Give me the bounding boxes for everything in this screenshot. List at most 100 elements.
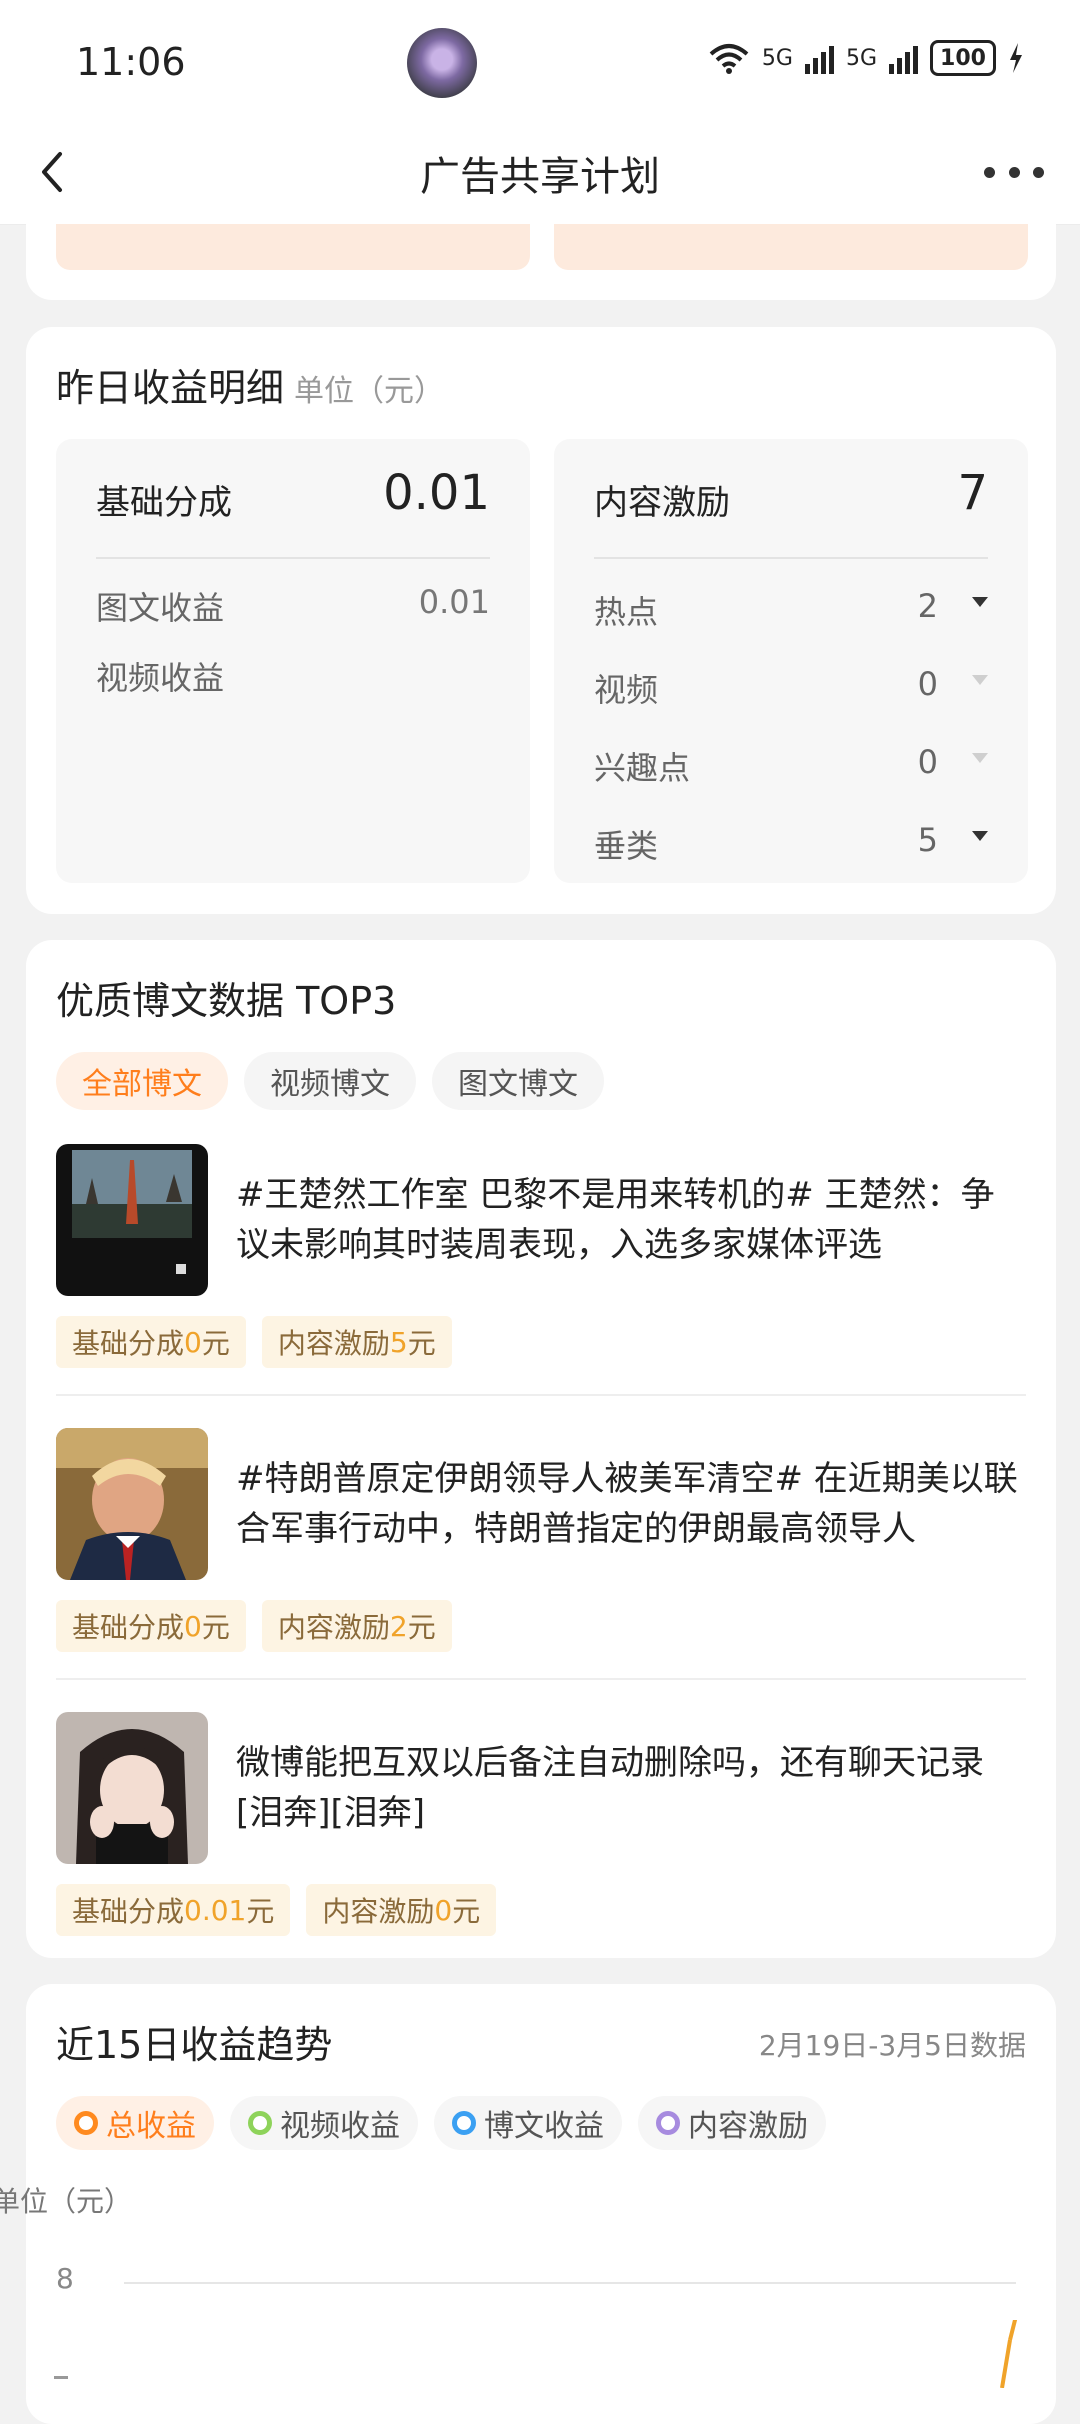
post-text: #王楚然工作室 巴黎不是用来转机的# 王楚然：争议未影响其时装周表现，入选多家媒… — [236, 1175, 995, 1265]
tag-unit: 元 — [407, 1327, 436, 1360]
battery-icon: 100 — [930, 40, 996, 76]
network-5g-label: 5G — [845, 45, 877, 71]
caret-down-icon — [972, 831, 988, 841]
previous-card — [26, 200, 1056, 300]
content-incentive-tag: 内容激励 2 元 — [261, 1600, 452, 1652]
incentive-row-hot[interactable]: 热点 2 — [594, 587, 988, 637]
trend-line — [54, 2320, 1018, 2388]
divider — [56, 1394, 1026, 1396]
divider — [594, 557, 988, 559]
section-title: 昨日收益明细 — [56, 366, 285, 410]
incentive-row-value: 5 — [917, 821, 938, 859]
incentive-row-label: 垂类 — [594, 827, 659, 865]
legend-dot-icon — [656, 2111, 680, 2135]
incentive-row-label: 兴趣点 — [594, 749, 691, 787]
tag-label: 基础分成 — [72, 1327, 185, 1360]
legend-incentive[interactable]: 内容激励 — [638, 2096, 826, 2150]
income-row-label: 视频收益 — [96, 659, 225, 697]
incentive-row-label: 热点 — [594, 593, 659, 631]
legend-label: 内容激励 — [688, 2109, 808, 2144]
basic-share-tag: 基础分成 0 元 — [56, 1316, 246, 1368]
legend-total[interactable]: 总收益 — [56, 2096, 214, 2150]
tab-all-posts[interactable]: 全部博文 — [56, 1052, 228, 1110]
income-row-value: 0.01 — [418, 583, 490, 621]
top3-posts-card: 优质博文数据 TOP3 全部博文 视频博文 图文博文 #王楚然工作室 巴黎不是用… — [26, 940, 1056, 1958]
incentive-row-vertical[interactable]: 垂类 5 — [594, 821, 988, 871]
divider — [56, 1678, 1026, 1680]
incentive-row-value: 2 — [917, 587, 938, 625]
legend-dot-icon — [248, 2111, 272, 2135]
post-text: #特朗普原定伊朗领导人被美军清空# 在近期美以联合军事行动中，特朗普指定的伊朗最… — [236, 1459, 1018, 1549]
income-row-label: 图文收益 — [96, 589, 225, 627]
clock: 11:06 — [76, 40, 186, 84]
yesterday-earnings-card: 昨日收益明细 单位（元） 基础分成 0.01 图文收益 0.01 视频收益 内容激… — [26, 327, 1056, 914]
incentive-row-interest[interactable]: 兴趣点 0 — [594, 743, 988, 793]
incentive-row-value: 0 — [917, 743, 938, 781]
tab-video-posts[interactable]: 视频博文 — [244, 1052, 416, 1110]
tag-value: 2 — [389, 1609, 408, 1643]
incentive-row-video[interactable]: 视频 0 — [594, 665, 988, 715]
y-tick-label: 8 — [56, 2262, 74, 2295]
tag-label: 内容激励 — [277, 1611, 390, 1644]
tag-unit: 元 — [201, 1611, 230, 1644]
basic-share-tag: 基础分成 0 元 — [56, 1600, 246, 1652]
post-thumbnail — [56, 1428, 208, 1580]
status-bar: 11:06 5G 5G 100 — [0, 0, 1080, 120]
tag-value: 0 — [184, 1609, 202, 1643]
page-title: 广告共享计划 — [420, 154, 660, 200]
chart-unit-label: 单位（元） — [0, 2185, 133, 2218]
income-row: 图文收益 0.01 — [96, 583, 490, 633]
tag-label: 内容激励 — [277, 1327, 390, 1360]
tag-value: 0 — [184, 1325, 202, 1359]
tag-value: 0 — [434, 1893, 453, 1927]
tag-value: 5 — [389, 1325, 408, 1359]
tag-label: 内容激励 — [322, 1895, 435, 1928]
legend-post[interactable]: 博文收益 — [434, 2096, 622, 2150]
summary-tile — [56, 224, 530, 270]
wifi-icon — [709, 44, 749, 74]
tag-unit: 元 — [246, 1895, 275, 1928]
basic-share-panel: 基础分成 0.01 图文收益 0.01 视频收益 — [56, 439, 530, 883]
basic-share-tag: 基础分成 0.01 元 — [56, 1884, 291, 1936]
battery-level: 100 — [940, 45, 986, 71]
content-incentive-value: 7 — [957, 465, 988, 521]
section-title: 优质博文数据 TOP3 — [56, 979, 397, 1023]
content-incentive-label: 内容激励 — [594, 483, 730, 523]
basic-share-value: 0.01 — [383, 465, 490, 521]
charging-icon — [1010, 43, 1022, 73]
list-item[interactable]: #特朗普原定伊朗领导人被美军清空# 在近期美以联合军事行动中，特朗普指定的伊朗最… — [56, 1428, 1026, 1678]
tag-value: 0.01 — [184, 1893, 247, 1927]
legend-label: 视频收益 — [280, 2109, 400, 2144]
tag-unit: 元 — [201, 1327, 230, 1360]
legend-label: 总收益 — [106, 2109, 196, 2144]
post-text: 微博能把互双以后备注自动删除吗，还有聊天记录[泪奔][泪奔] — [236, 1743, 984, 1833]
legend-dot-icon — [74, 2111, 98, 2135]
summary-tile — [554, 224, 1028, 270]
legend-dot-icon — [452, 2111, 476, 2135]
caret-down-icon — [972, 753, 988, 763]
post-thumbnail — [56, 1144, 208, 1296]
date-range: 2月19日-3月5日数据 — [758, 2029, 1026, 2062]
tag-unit: 元 — [407, 1611, 436, 1644]
post-thumbnail — [56, 1712, 208, 1864]
content-incentive-tag: 内容激励 5 元 — [261, 1316, 452, 1368]
system-icons: 5G 5G 100 — [708, 40, 1024, 76]
legend-label: 博文收益 — [484, 2109, 604, 2144]
trend-legend: 总收益 视频收益 博文收益 内容激励 — [56, 2096, 826, 2150]
divider — [96, 557, 490, 559]
incentive-row-label: 视频 — [594, 671, 659, 709]
caret-down-icon — [972, 597, 988, 607]
incentive-row-value: 0 — [917, 665, 938, 703]
legend-video[interactable]: 视频收益 — [230, 2096, 418, 2150]
list-item[interactable]: 微博能把互双以后备注自动删除吗，还有聊天记录[泪奔][泪奔] 基础分成 0.01 元… — [56, 1712, 1026, 1962]
content-incentive-tag: 内容激励 0 元 — [306, 1884, 497, 1936]
post-filter-tabs: 全部博文 视频博文 图文博文 — [56, 1052, 604, 1110]
unit-label: 单位（元） — [294, 374, 445, 409]
tab-image-posts[interactable]: 图文博文 — [432, 1052, 604, 1110]
tag-label: 基础分成 — [72, 1895, 185, 1928]
basic-share-label: 基础分成 — [96, 483, 232, 523]
more-icon[interactable] — [984, 160, 1044, 184]
caret-down-icon — [972, 675, 988, 685]
grid-line — [124, 2282, 1016, 2284]
list-item[interactable]: #王楚然工作室 巴黎不是用来转机的# 王楚然：争议未影响其时装周表现，入选多家媒… — [56, 1144, 1026, 1394]
